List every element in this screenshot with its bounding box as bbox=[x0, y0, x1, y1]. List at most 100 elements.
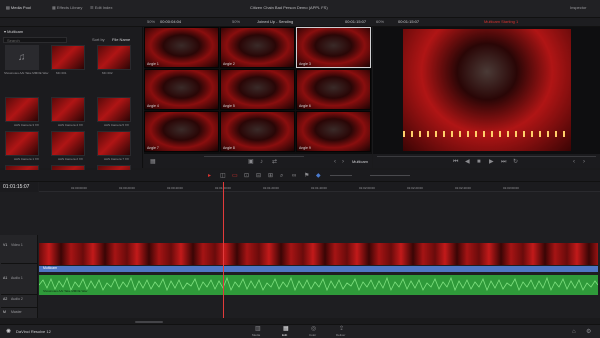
clip-thumbnail[interactable] bbox=[51, 131, 85, 156]
page-media[interactable]: ▥ Media bbox=[248, 326, 268, 338]
video-clip[interactable] bbox=[39, 243, 598, 265]
angle-3[interactable]: Angle 3 bbox=[296, 27, 371, 68]
angle-label: Angle 5 bbox=[223, 104, 235, 108]
film-icon[interactable]: ▣ bbox=[248, 159, 254, 165]
overwrite-icon[interactable]: ⊟ bbox=[256, 173, 261, 179]
search-input[interactable]: Search bbox=[3, 37, 67, 43]
timeline-zoom[interactable]: 60% bbox=[376, 20, 384, 24]
trim-tool-icon[interactable]: ◫ bbox=[220, 173, 226, 179]
source-zoom[interactable]: 50% bbox=[147, 20, 155, 24]
clip-thumbnail[interactable] bbox=[5, 131, 39, 156]
page-deliver[interactable]: ⇪ Deliver bbox=[332, 326, 352, 338]
multicam-dropdown[interactable]: Multicam bbox=[352, 160, 368, 164]
skip-forward-icon[interactable]: ⏭ bbox=[501, 159, 506, 165]
link-icon[interactable]: ⇄ bbox=[272, 159, 277, 165]
home-icon[interactable]: ⌂ bbox=[572, 329, 576, 335]
ruler-tick: 01:01:40:00 bbox=[311, 186, 327, 190]
grid-icon[interactable]: ▦ bbox=[150, 159, 156, 165]
source-timecode: 00:00:04:04 bbox=[160, 19, 182, 24]
bin-label: Multicam bbox=[7, 29, 24, 34]
next-edit-icon[interactable]: › bbox=[583, 159, 585, 165]
color-page-icon: ◎ bbox=[311, 326, 317, 332]
jog-bar[interactable] bbox=[204, 156, 304, 157]
track-header-master[interactable]: M Master bbox=[1, 309, 37, 317]
zoom-slider[interactable] bbox=[370, 175, 410, 176]
prev-edit-icon[interactable]: ‹ bbox=[573, 159, 575, 165]
bin-title[interactable]: ▾ Multicam bbox=[4, 30, 23, 34]
scrubber[interactable] bbox=[377, 156, 596, 157]
clip-thumbnail[interactable] bbox=[51, 45, 85, 70]
clip-zoom[interactable]: 50% bbox=[232, 20, 240, 24]
top-toolbar: ▤ Media Pool ▦ Effects Library ☰ Edit In… bbox=[0, 0, 600, 18]
sort-dropdown[interactable]: File Name bbox=[112, 38, 130, 42]
timeline-scrollbar[interactable] bbox=[135, 321, 163, 323]
playhead[interactable] bbox=[223, 182, 224, 318]
clip-thumbnail[interactable] bbox=[51, 97, 85, 122]
audio-clip-thumbnail[interactable]: ♫ bbox=[5, 45, 39, 70]
angle-9[interactable]: Angle 9 bbox=[296, 111, 371, 152]
next-angle-icon[interactable]: › bbox=[342, 159, 344, 165]
audio-icon[interactable]: ♪ bbox=[260, 159, 263, 165]
angle-7[interactable]: Angle 7 bbox=[144, 111, 219, 152]
pointer-tool-icon[interactable]: ▸ bbox=[208, 173, 211, 179]
project-title: Citizen Chain Bad Person Demo (APPL FS) bbox=[250, 5, 328, 10]
track-header-a2[interactable]: A2 Audio 2 bbox=[1, 296, 37, 308]
angle-1[interactable]: Angle 1 bbox=[144, 27, 219, 68]
timeline-viewer: ⏮ ◀ ■ ▶ ⏭ ↻ ‹ › bbox=[373, 27, 600, 168]
audio-level-slider[interactable] bbox=[330, 175, 352, 176]
audio-clip[interactable]: Shownotes AAI Take MMOE Wav bbox=[39, 275, 598, 295]
viewer-header: 50% 00:00:04:04 50% Joined Up - Sending … bbox=[0, 18, 600, 27]
search-placeholder: Search bbox=[7, 38, 20, 43]
clip-title: Multicam bbox=[43, 266, 58, 270]
angle-label: Angle 6 bbox=[299, 104, 311, 108]
link-icon[interactable]: ∞ bbox=[292, 173, 296, 179]
marker-icon[interactable]: ◆ bbox=[316, 173, 321, 179]
clip-thumbnail[interactable] bbox=[5, 97, 39, 122]
page-color[interactable]: ◎ Color bbox=[304, 326, 324, 338]
gear-icon[interactable]: ⚙ bbox=[586, 329, 591, 335]
angle-label: Angle 7 bbox=[147, 146, 159, 150]
track-headers: V1 Video 1 A1 Audio 1 A2 Audio 2 M Maste… bbox=[0, 235, 38, 318]
angle-5[interactable]: Angle 5 bbox=[220, 69, 295, 110]
blade-tool-icon[interactable]: ▭ bbox=[232, 173, 238, 179]
insert-icon[interactable]: ⊡ bbox=[244, 173, 249, 179]
tab-label: Media Pool bbox=[10, 5, 31, 10]
tab-media-pool[interactable]: ▤ Media Pool bbox=[6, 6, 31, 10]
clip-label: AAS Camera 7 XX bbox=[104, 157, 129, 161]
angle-2[interactable]: Angle 2 bbox=[220, 27, 295, 68]
page-label: Media bbox=[252, 333, 261, 337]
tab-effects-library[interactable]: ▦ Effects Library bbox=[52, 6, 82, 10]
clip-label: AAS Camera 3 XX bbox=[14, 123, 39, 127]
clip-label: MC 002 bbox=[102, 71, 113, 75]
replace-icon[interactable]: ⊞ bbox=[268, 173, 273, 179]
flag-icon[interactable]: ⚑ bbox=[304, 173, 309, 179]
track-header-v1[interactable]: V1 Video 1 bbox=[1, 242, 37, 264]
skip-back-icon[interactable]: ⏮ bbox=[453, 159, 458, 165]
angle-label: Angle 1 bbox=[147, 62, 159, 66]
clip-thumbnail[interactable] bbox=[97, 97, 131, 122]
angle-8[interactable]: Angle 8 bbox=[220, 111, 295, 152]
angle-label: Angle 4 bbox=[147, 104, 159, 108]
multicam-clip-bar[interactable]: Multicam bbox=[39, 266, 598, 272]
clip-thumbnail[interactable] bbox=[97, 131, 131, 156]
tab-edit-index[interactable]: ☰ Edit Index bbox=[90, 6, 113, 10]
clip-label: MC 001 bbox=[56, 71, 67, 75]
page-edit[interactable]: ▦ Edit bbox=[276, 326, 296, 338]
angle-6[interactable]: Angle 6 bbox=[296, 69, 371, 110]
page-navigation: ✺ DaVinci Resolve 12 ▥ Media ▦ Edit ◎ Co… bbox=[0, 324, 600, 338]
play-icon[interactable]: ▶ bbox=[489, 159, 494, 165]
track-header-a1[interactable]: A1 Audio 1 bbox=[1, 275, 37, 295]
inspector-button[interactable]: Inspector bbox=[570, 6, 586, 10]
snap-icon[interactable]: ⌕ bbox=[280, 173, 283, 179]
loop-icon[interactable]: ↻ bbox=[513, 159, 518, 165]
multicam-status: Multicam Starting 1 bbox=[484, 19, 519, 24]
ruler-tick: 01:02:40:00 bbox=[455, 186, 471, 190]
media-page-icon: ▥ bbox=[255, 326, 261, 332]
reverse-icon[interactable]: ◀ bbox=[465, 159, 470, 165]
clip-thumbnail[interactable] bbox=[97, 45, 131, 70]
prev-angle-icon[interactable]: ‹ bbox=[334, 159, 336, 165]
stop-icon[interactable]: ■ bbox=[477, 159, 481, 165]
track-id: A2 bbox=[3, 297, 8, 301]
angle-4[interactable]: Angle 4 bbox=[144, 69, 219, 110]
timeline-ruler[interactable]: 01:00:00:00 01:00:20:00 01:00:40:00 01:0… bbox=[39, 182, 600, 192]
